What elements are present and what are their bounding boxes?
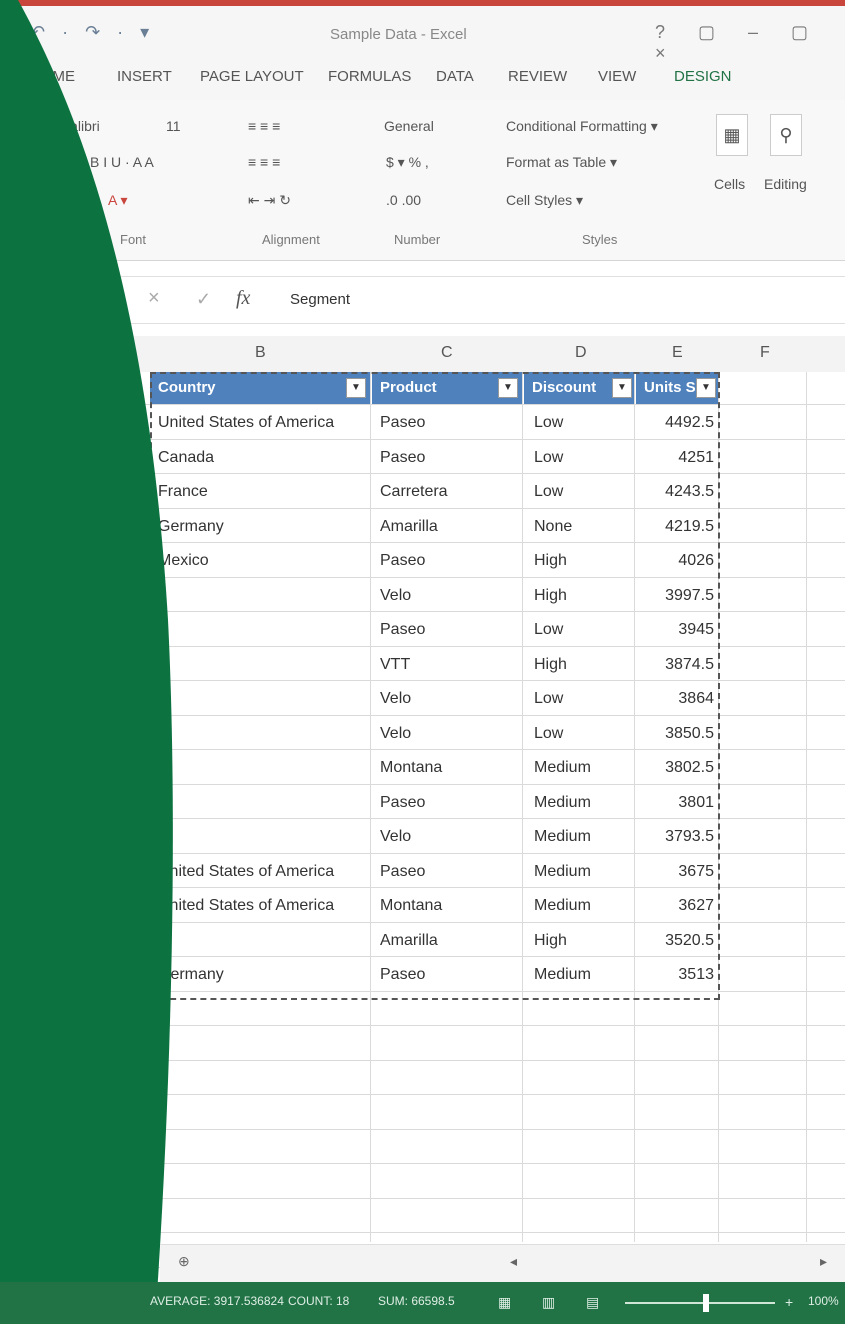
currency-percent-icons[interactable]: $ ▾ % , <box>386 154 429 171</box>
ribbon: Calibri 11 B I U · A A A ▾ ≡ ≡ ≡ ≡ ≡ ≡ ⇤… <box>0 100 845 261</box>
copy-selection-marquee <box>150 372 720 1000</box>
add-sheet-icon[interactable]: ⊕ <box>178 1253 190 1270</box>
format-as-table-button[interactable]: Format as Table ▾ <box>506 154 617 171</box>
zoom-slider-knob[interactable] <box>703 1294 709 1312</box>
column-header-e[interactable]: E <box>672 344 683 362</box>
quick-access-toolbar[interactable]: ↶ · ↷ · ▾ <box>30 22 155 43</box>
title-bar: ↶ · ↷ · ▾ Sample Data - Excel ? ▢ – ▢ × <box>0 0 845 63</box>
font-name-select[interactable]: Calibri <box>60 118 100 134</box>
ribbon-tabs: HOME INSERT PAGE LAYOUT FORMULAS DATA RE… <box>0 58 845 101</box>
font-color-icon[interactable]: A ▾ <box>108 192 127 209</box>
bold-italic-underline-icons[interactable]: B I U · A A <box>90 154 154 170</box>
window-title: Sample Data - Excel <box>330 26 467 43</box>
number-format-select[interactable]: General <box>384 118 434 134</box>
grid-column-line <box>806 372 807 1242</box>
column-header-b[interactable]: B <box>255 344 266 362</box>
tab-insert[interactable]: INSERT <box>117 68 172 85</box>
cells-label: Cells <box>714 176 746 192</box>
tab-data[interactable]: DATA <box>436 68 474 85</box>
enter-icon[interactable]: ✓ <box>196 289 211 310</box>
status-sum: SUM: 66598.5 <box>378 1294 455 1308</box>
zoom-slider[interactable] <box>625 1302 775 1304</box>
editing-icon[interactable]: ⚲ <box>770 114 802 156</box>
status-bar: AVERAGE: 3917.536824 COUNT: 18 SUM: 6659… <box>0 1282 845 1324</box>
zoom-level[interactable]: 100% <box>808 1294 839 1308</box>
tab-formulas[interactable]: FORMULAS <box>328 68 411 85</box>
group-label-styles: Styles <box>582 232 618 247</box>
align-icons[interactable]: ≡ ≡ ≡ <box>248 118 280 134</box>
tab-review[interactable]: REVIEW <box>508 68 567 85</box>
formula-bar: × ✓ fx Segment <box>0 276 845 324</box>
status-count: COUNT: 18 <box>288 1294 350 1308</box>
column-header-d[interactable]: D <box>575 344 587 362</box>
tab-home[interactable]: HOME <box>30 68 75 85</box>
conditional-formatting-button[interactable]: Conditional Formatting ▾ <box>506 118 658 135</box>
column-header-c[interactable]: C <box>441 344 453 362</box>
horizontal-scrollbar[interactable]: ⊕ ◂ ▸ <box>160 1244 845 1283</box>
zoom-in-icon[interactable]: + <box>785 1294 793 1310</box>
status-average: AVERAGE: 3917.536824 <box>150 1294 284 1308</box>
group-label-number: Number <box>394 232 441 247</box>
cell-styles-button[interactable]: Cell Styles ▾ <box>506 192 583 209</box>
justify-icons[interactable]: ≡ ≡ ≡ <box>248 154 280 170</box>
page-layout-view-icon[interactable]: ▥ <box>542 1294 555 1311</box>
normal-view-icon[interactable]: ▦ <box>498 1294 511 1311</box>
editing-label: Editing <box>764 176 807 192</box>
column-headers: B C D E F <box>0 336 845 373</box>
formula-input[interactable]: Segment <box>290 291 350 308</box>
indent-icons[interactable]: ⇤ ⇥ ↻ <box>248 192 291 209</box>
scroll-right-icon[interactable]: ▸ <box>820 1253 827 1270</box>
scroll-left-icon[interactable]: ◂ <box>510 1253 517 1270</box>
cancel-icon[interactable]: × <box>148 287 160 310</box>
tab-view[interactable]: VIEW <box>598 68 636 85</box>
column-header-f[interactable]: F <box>760 344 770 362</box>
decimal-icons[interactable]: .0 .00 <box>386 192 421 208</box>
group-label-font: Font <box>120 232 147 247</box>
function-icon[interactable]: fx <box>236 287 250 310</box>
cells-icon[interactable]: ▦ <box>716 114 748 156</box>
tab-page-layout[interactable]: PAGE LAYOUT <box>200 68 304 85</box>
tab-design[interactable]: DESIGN <box>674 68 732 85</box>
page-break-view-icon[interactable]: ▤ <box>586 1294 599 1311</box>
group-label-alignment: Alignment <box>262 232 320 247</box>
font-size-select[interactable]: 11 <box>166 118 181 134</box>
